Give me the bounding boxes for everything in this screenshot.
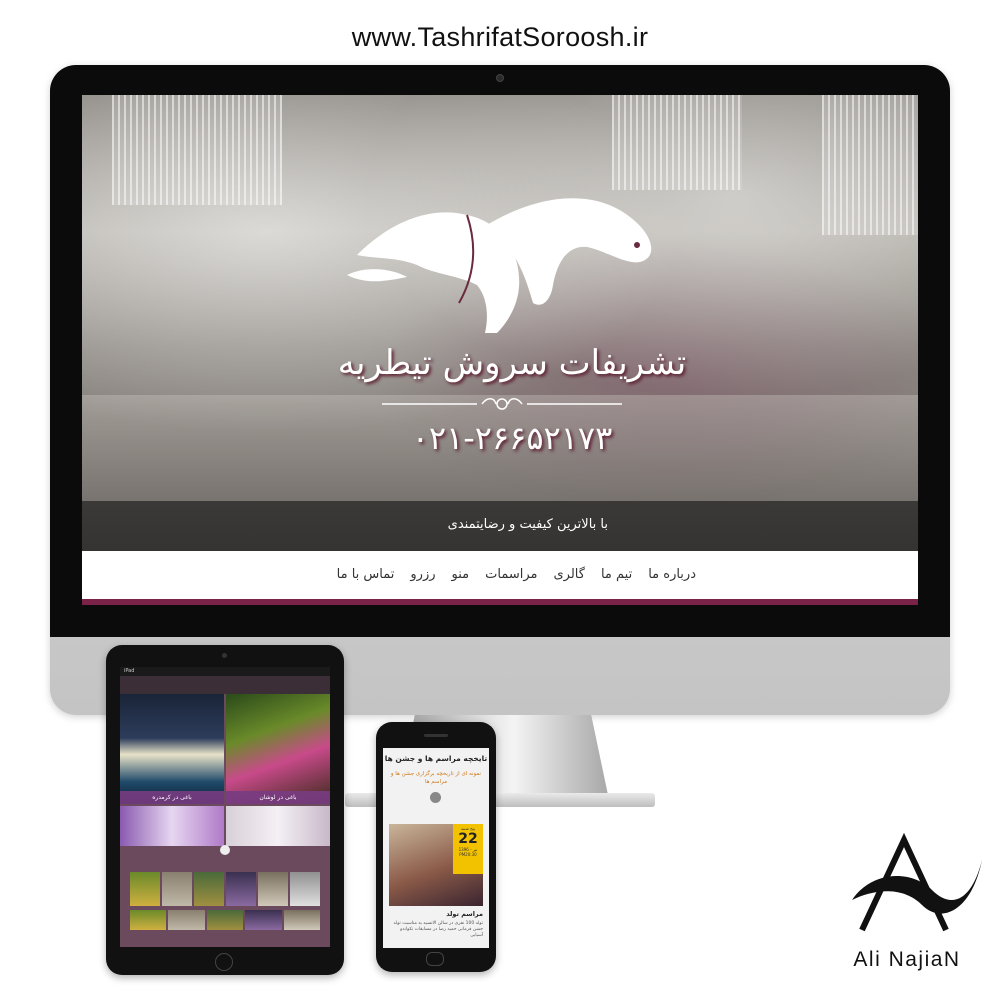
- mobile-title: تایخچه مراسم ها و جشن ها: [384, 754, 488, 763]
- mobile-subtitle: نمونه ای از تاریخچه برگزاری جشن ها و مرا…: [390, 771, 482, 785]
- nav-item-gallery[interactable]: گالری: [553, 567, 584, 582]
- thumbnail[interactable]: [245, 910, 282, 930]
- desktop-website: تشریفات سروش تیطریه ۰۲۱-۲۶۶۵۲۱۷۳ با بالا…: [82, 95, 918, 605]
- thumbnail[interactable]: [162, 872, 192, 906]
- gallery-tile[interactable]: باغی در کرمدره: [120, 694, 224, 804]
- nav-item-contact[interactable]: تماس با ما: [337, 567, 395, 582]
- thumbnail-strip: [130, 872, 320, 906]
- thumbnail-strip: [130, 910, 321, 930]
- tablet-website: iPad باغی در کرمدره باغی در لوشان: [120, 667, 330, 947]
- gallery-tile[interactable]: [120, 806, 224, 846]
- home-button-icon: [426, 952, 444, 966]
- event-title: مراسم تولد: [446, 910, 483, 918]
- tablet-top-bar: [120, 676, 330, 694]
- author-name: Ali NajiaN: [853, 948, 961, 971]
- author-logo-icon: [852, 832, 982, 932]
- thumbnail[interactable]: [130, 910, 167, 930]
- gallery-tile[interactable]: باغی در لوشان: [226, 694, 330, 804]
- nav-item-reserve[interactable]: رزرو: [410, 567, 435, 582]
- speaker-icon: [424, 734, 448, 737]
- hero-tagline-bar: با بالاترین کیفیت و رضایتمندی: [82, 501, 918, 551]
- chandelier: [612, 95, 742, 190]
- iphone-device: تایخچه مراسم ها و جشن ها نمونه ای از تار…: [376, 722, 496, 972]
- nav-accent-line: [82, 599, 918, 605]
- date-time: PM20:30: [459, 852, 477, 857]
- thumbnail[interactable]: [168, 910, 205, 930]
- nav-item-menu[interactable]: منو: [452, 567, 470, 582]
- hero-phone: ۰۲۱-۲۶۶۵۲۱۷۳: [411, 419, 613, 457]
- chandelier: [822, 95, 918, 235]
- site-url: www.TashrifatSoroosh.ir: [351, 22, 649, 52]
- gallery-tile-caption: باغی در لوشان: [226, 791, 330, 804]
- hero-banner: تشریفات سروش تیطریه ۰۲۱-۲۶۶۵۲۱۷۳ با بالا…: [82, 95, 918, 551]
- main-nav: درباره ما تیم ما گالری مراسمات منو رزرو …: [82, 551, 918, 599]
- gallery-tile[interactable]: [226, 806, 330, 846]
- camera-icon: [222, 653, 227, 658]
- gallery-tile-caption: باغی در کرمدره: [120, 791, 224, 804]
- camera-icon: [496, 74, 504, 82]
- thumbnail[interactable]: [283, 910, 321, 930]
- home-button-icon: [215, 953, 233, 971]
- nav-item-ceremonies[interactable]: مراسمات: [485, 567, 537, 582]
- ipad-device: iPad باغی در کرمدره باغی در لوشان: [106, 645, 344, 975]
- section-icon: [430, 792, 441, 803]
- chandelier: [112, 95, 282, 205]
- hero-title: تشریفات سروش تیطریه: [337, 343, 687, 383]
- event-body: تولد 100 نفری در سالن الانسیه به مناسبت …: [393, 921, 483, 938]
- horse-logo-icon: [347, 198, 652, 333]
- thumbnail[interactable]: [258, 872, 288, 906]
- mobile-website: تایخچه مراسم ها و جشن ها نمونه ای از تار…: [383, 748, 489, 948]
- ornament-divider-icon: [382, 398, 622, 410]
- date-badge: پنج شنبه 22 تیر - 1396 PM20:30: [453, 824, 483, 874]
- event-photo[interactable]: پنج شنبه 22 تیر - 1396 PM20:30: [389, 824, 483, 906]
- thumbnail[interactable]: [130, 872, 160, 906]
- tablet-status-bar: iPad: [120, 667, 330, 676]
- nav-item-about[interactable]: درباره ما: [648, 567, 696, 582]
- hero-tagline: با بالاترین کیفیت و رضایتمندی: [447, 517, 608, 532]
- nav-item-team[interactable]: تیم ما: [601, 567, 632, 582]
- thumbnail[interactable]: [206, 910, 244, 930]
- thumbnail[interactable]: [226, 872, 256, 906]
- gallery-icon[interactable]: [220, 845, 230, 855]
- thumbnail[interactable]: [194, 872, 224, 906]
- date-day: 22: [458, 831, 478, 847]
- thumbnail[interactable]: [290, 872, 320, 906]
